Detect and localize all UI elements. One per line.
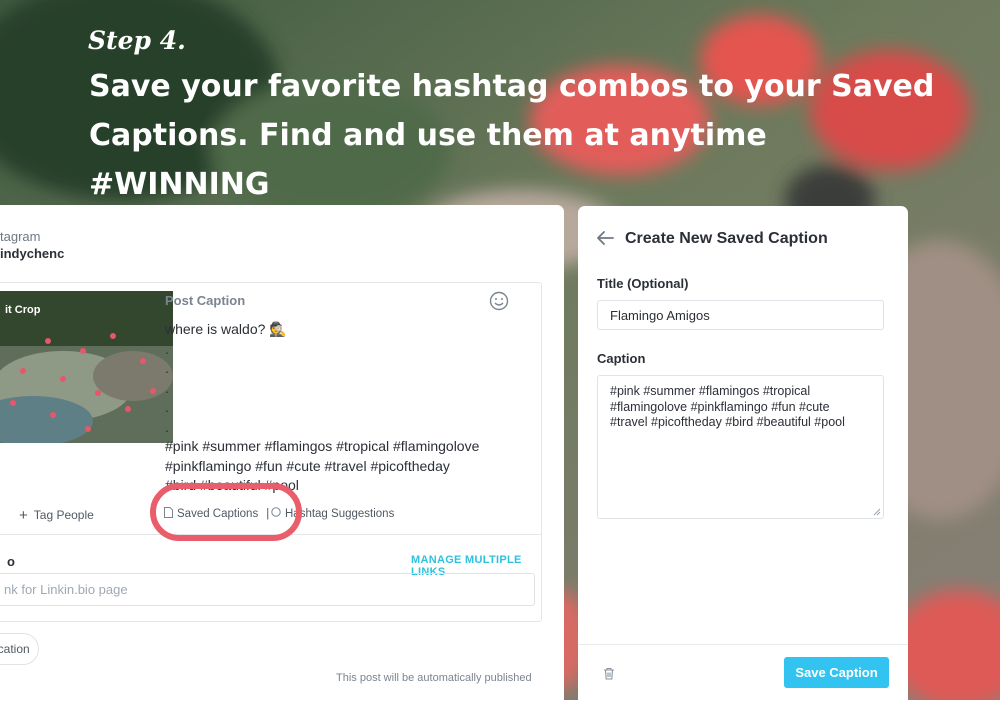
post-composer: it Crop Post Caption where is waldo? 🕵️ … [0, 282, 542, 622]
location-button[interactable]: ocation [0, 633, 39, 665]
tag-people-button[interactable]: + Tag People [19, 506, 94, 524]
plus-icon: + [19, 507, 28, 524]
panel-title: Create New Saved Caption [625, 230, 828, 247]
saved-caption-line: #flamingolove #pinkflamingo #fun #cute [610, 399, 830, 414]
post-caption-textarea[interactable]: where is waldo? 🕵️ . . . . . #pink #summ… [165, 320, 525, 496]
back-arrow-icon[interactable] [596, 230, 614, 246]
caption-line: . [165, 340, 169, 357]
caption-line: . [165, 360, 169, 376]
caption-line: . [165, 379, 169, 396]
headline: Save your favorite hashtag combos to you… [89, 69, 935, 202]
caption-line: #pinkflamingo #fun #cute #travel #picoft… [165, 457, 450, 474]
step-label: Step 4. [88, 26, 186, 55]
save-caption-button[interactable]: Save Caption [784, 657, 889, 688]
saved-caption-line: #pink #summer #flamingos #tropical [610, 384, 811, 398]
account-label: tagram [0, 229, 41, 244]
crop-label[interactable]: it Crop [5, 304, 40, 316]
resize-handle-icon[interactable] [873, 508, 881, 516]
linkin-bio-input[interactable]: nk for Linkin.bio page [0, 573, 535, 606]
caption-line: #pink #summer #flamingos #tropical #flam… [165, 438, 480, 454]
caption-field-label: Caption [597, 351, 646, 366]
caption-textarea[interactable]: #pink #summer #flamingos #tropical #flam… [597, 375, 884, 519]
publish-note: This post will be automatically publishe… [336, 672, 532, 684]
highlight-circle [150, 483, 302, 541]
caption-line: . [165, 399, 169, 415]
saved-caption-panel: Create New Saved Caption Title (Optional… [578, 206, 908, 716]
tag-people-label: Tag People [33, 508, 94, 522]
footer-divider [578, 644, 908, 645]
saved-caption-line: #travel #picoftheday #bird #beautiful #p… [610, 415, 845, 429]
trash-icon[interactable] [603, 667, 615, 680]
title-input[interactable]: Flamingo Amigos [597, 300, 884, 330]
post-editor-panel: tagram indychenc it Crop Post Caption wh [0, 205, 564, 725]
emoji-picker-icon[interactable] [489, 291, 509, 311]
link-label: o [7, 554, 15, 569]
account-name: indychenc [0, 246, 65, 261]
caption-line: where is waldo? 🕵️ [165, 321, 287, 337]
caption-line: . [165, 418, 169, 435]
post-caption-label: Post Caption [165, 293, 246, 308]
title-field-label: Title (Optional) [597, 276, 689, 291]
